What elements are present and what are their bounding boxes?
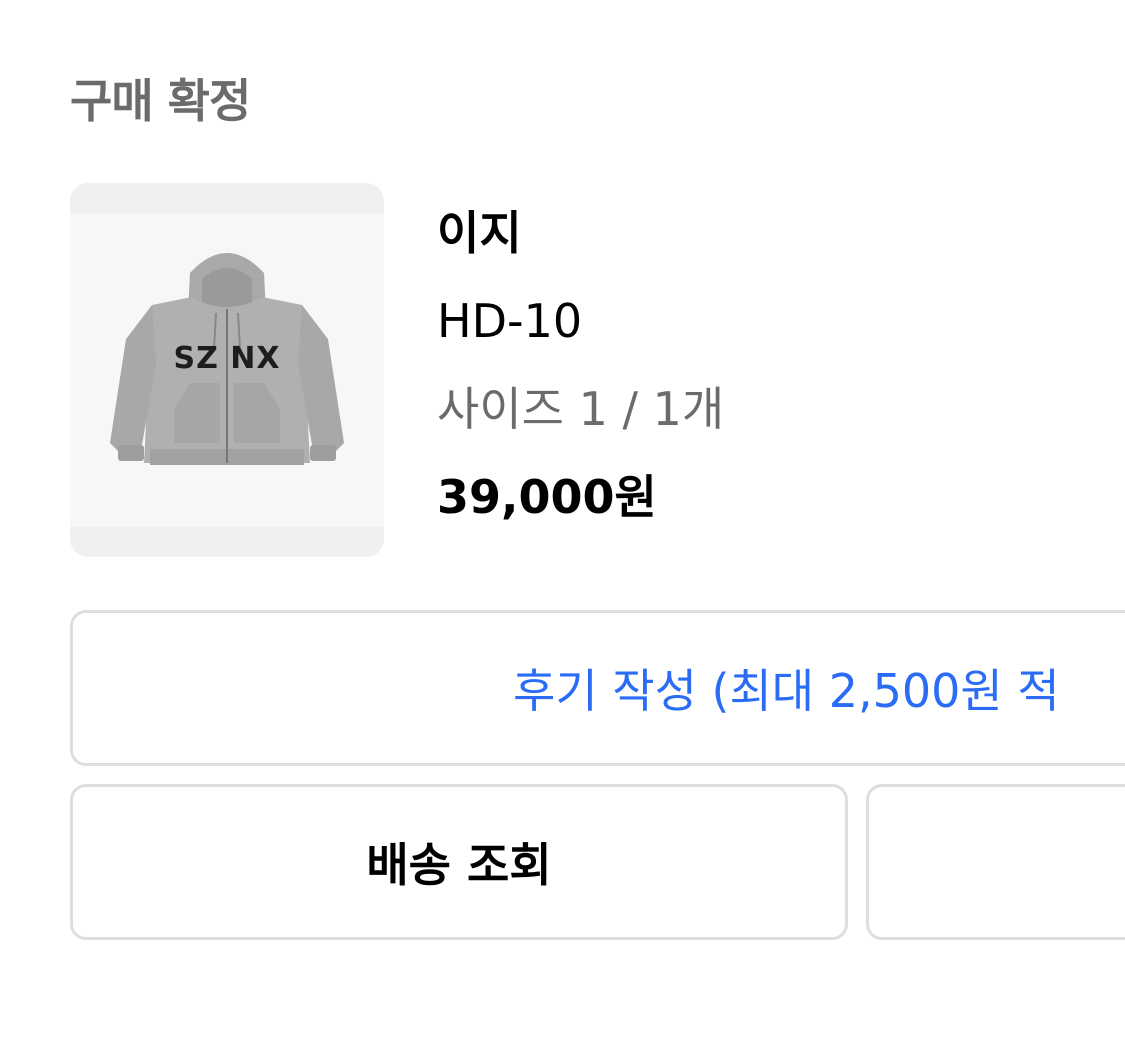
hoodie-print-text: SZ NX: [173, 341, 281, 376]
write-review-label: 후기 작성 (최대 2,500원 적: [513, 664, 1060, 718]
write-review-button[interactable]: 후기 작성 (최대 2,500원 적: [70, 610, 1125, 766]
track-delivery-button[interactable]: 배송 조회: [70, 784, 848, 940]
product-option: 사이즈 1 / 1개: [437, 382, 725, 436]
product-brand: 이지: [437, 206, 522, 260]
product-model: HD-10: [437, 294, 583, 348]
secondary-action-button[interactable]: [866, 784, 1125, 940]
order-item-card: 구매 확정 SZ NX 이지 HD-10 사이즈 1 / 1개 39,000원 …: [0, 0, 1125, 1045]
product-image: SZ NX: [70, 213, 384, 527]
order-status-title: 구매 확정: [70, 74, 251, 128]
product-thumbnail[interactable]: SZ NX: [70, 183, 384, 557]
product-price: 39,000원: [437, 470, 657, 524]
track-delivery-label: 배송 조회: [366, 838, 552, 892]
